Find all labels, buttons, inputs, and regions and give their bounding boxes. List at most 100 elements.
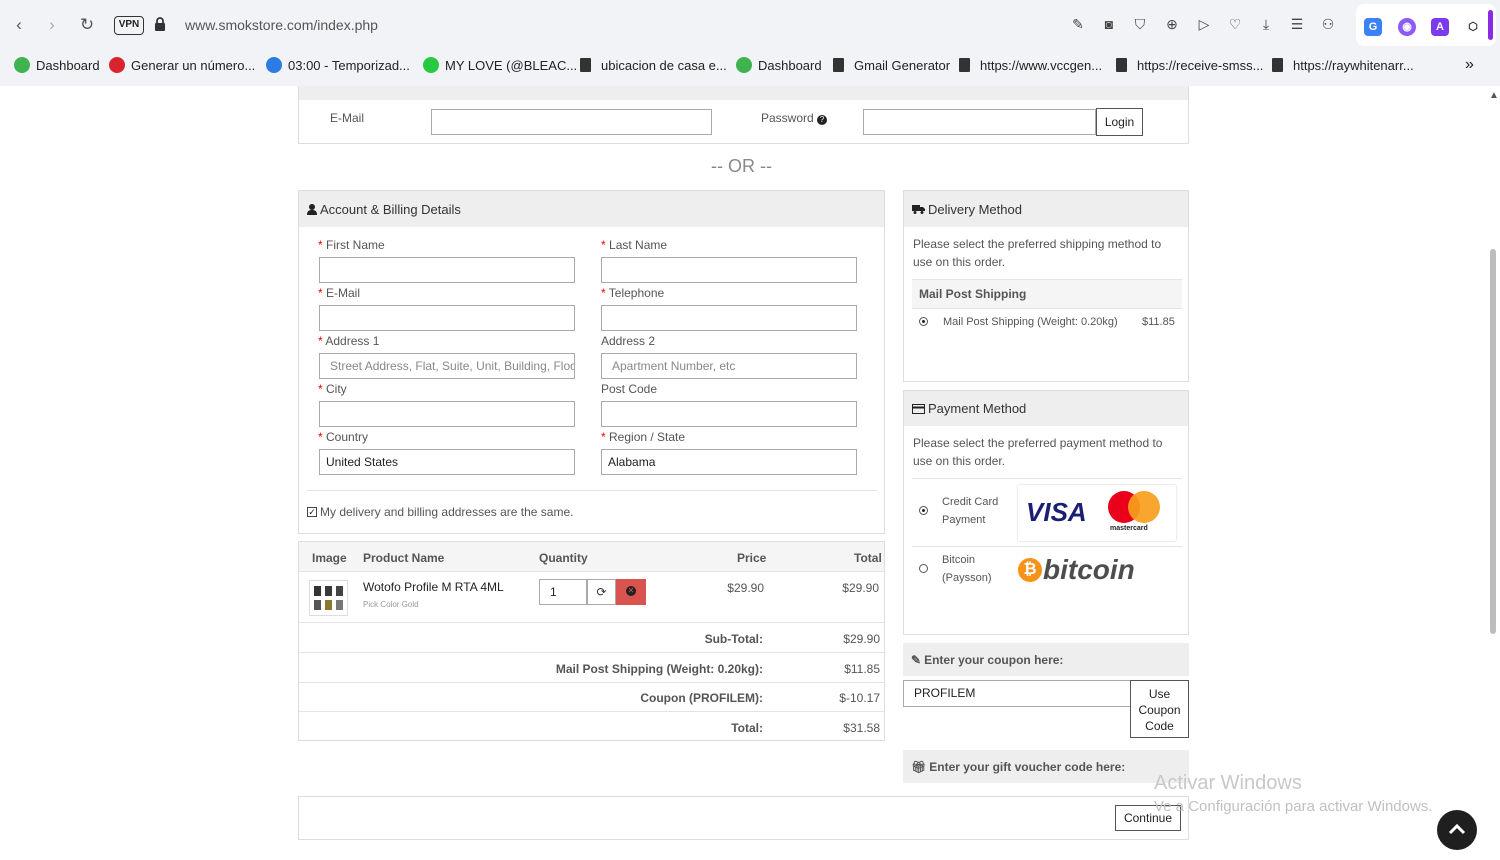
col-total: Total (854, 551, 882, 565)
menu-icon[interactable]: ☰ (1288, 15, 1306, 33)
camera-icon[interactable]: ◙ (1100, 15, 1118, 33)
item-total: $29.90 (842, 581, 879, 595)
billing-header: Account & Billing Details (299, 191, 884, 227)
bookmark-item[interactable]: Dashboard (14, 54, 100, 76)
city-input[interactable] (319, 401, 575, 427)
voucher-title: Enter your gift voucher code here: (929, 759, 1126, 774)
bookmark-favicon-icon (736, 57, 752, 73)
vpn-badge[interactable]: VPN (114, 16, 144, 35)
forward-icon[interactable]: › (41, 14, 63, 36)
a-extension-icon[interactable]: A (1431, 18, 1449, 36)
login-password-input[interactable] (863, 109, 1096, 135)
product-name-link[interactable]: Wotofo Profile M RTA 4ML (363, 580, 504, 594)
last-name-label: * Last Name (601, 238, 668, 252)
bookmark-item[interactable]: Dashboard (736, 54, 822, 76)
scrollbar-thumb[interactable] (1490, 249, 1496, 634)
region-select[interactable]: Alabama (601, 449, 857, 475)
first-name-label: * First Name (318, 238, 385, 252)
bitcoin-payment-label[interactable]: Bitcoin (Paysson) (942, 551, 1012, 587)
postcode-label: Post Code (601, 382, 658, 396)
bitcoin-radio[interactable] (919, 564, 928, 573)
translate-icon[interactable]: ⊕ (1163, 15, 1181, 33)
postcode-input[interactable] (601, 401, 857, 427)
billing-panel: Account & Billing Details * First Name *… (298, 190, 885, 534)
bookmark-item[interactable]: https://raywhitenarr... (1272, 54, 1414, 76)
delivery-header: Delivery Method (904, 191, 1188, 227)
same-address-checkbox[interactable]: ✓ My delivery and billing addresses are t… (307, 505, 573, 519)
bookmark-item[interactable]: 03:00 - Temporizad... (266, 54, 410, 76)
profile-icon[interactable]: ⚇ (1319, 15, 1337, 33)
shipping-option-label[interactable]: Mail Post Shipping (Weight: 0.20kg) (943, 313, 1118, 331)
edit-icon[interactable]: ✎ (1069, 15, 1087, 33)
bookmark-item[interactable]: Gmail Generator (833, 54, 950, 76)
email-input[interactable] (319, 305, 575, 331)
heart-icon[interactable]: ♡ (1226, 15, 1244, 33)
credit-card-icon (912, 403, 925, 414)
remove-item-button[interactable]: ✕ (616, 579, 646, 605)
address1-input[interactable]: Street Address, Flat, Suite, Unit, Build… (319, 353, 575, 379)
address1-label: * Address 1 (318, 334, 380, 348)
login-button[interactable]: Login (1096, 108, 1143, 136)
download-icon[interactable]: ⤓ (1257, 15, 1275, 33)
bitcoin-logo: ₿ bitcoin (1018, 553, 1135, 587)
country-label: * Country (318, 430, 369, 444)
last-name-input[interactable] (601, 257, 857, 283)
update-quantity-button[interactable]: ⟳ (587, 579, 616, 605)
card-payment-label[interactable]: Credit Card Payment (942, 493, 1014, 529)
purple-extension-icon[interactable]: ◉ (1398, 18, 1416, 36)
scroll-up-icon[interactable]: ▲ (1489, 90, 1499, 101)
more-bookmarks-icon[interactable]: » (1465, 54, 1474, 76)
bookmark-label: https://receive-smss... (1137, 57, 1264, 73)
totals-value: $11.85 (844, 661, 880, 676)
product-option: Pick Color Gold (363, 600, 419, 609)
page-icon (959, 58, 970, 72)
bookmark-item[interactable]: https://www.vccgen... (959, 54, 1102, 76)
product-thumbnail[interactable] (309, 580, 348, 616)
bookmark-label: ubicacion de casa e... (601, 57, 727, 73)
totals-value: $31.58 (843, 720, 880, 735)
address2-input[interactable]: Apartment Number, etc (601, 353, 857, 379)
city-label: * City (318, 382, 347, 396)
bookmark-label: Dashboard (36, 57, 100, 73)
reload-icon[interactable]: ↻ (76, 14, 98, 36)
box-extension-icon[interactable]: ⬡ (1464, 18, 1482, 36)
country-select[interactable]: United States (319, 449, 575, 475)
bookmark-label: Dashboard (758, 57, 822, 73)
back-icon[interactable]: ‹ (8, 14, 30, 36)
delivery-description: Please select the preferred shipping met… (913, 237, 1162, 269)
totals-label: Total: (731, 720, 763, 735)
mastercard-logo: mastercard (1108, 489, 1160, 532)
quantity-input[interactable]: 1 (539, 579, 587, 605)
bookmark-item[interactable]: Generar un número... (109, 54, 255, 76)
translator-extension-icon[interactable]: G (1364, 18, 1382, 36)
col-product-name: Product Name (363, 551, 445, 565)
bookmarks-bar: Dashboard Generar un número... 03:00 - Tem… (0, 54, 1500, 76)
bookmark-item[interactable]: ubicacion de casa e... (580, 54, 727, 76)
lock-icon[interactable] (154, 16, 166, 32)
page-icon (1272, 58, 1283, 72)
login-email-label: E-Mail (330, 111, 365, 125)
email-label: * E-Mail (318, 286, 361, 300)
card-radio[interactable] (919, 506, 928, 515)
checkbox-checked-icon[interactable]: ✓ (307, 507, 317, 517)
shipping-price: $11.85 (1142, 316, 1175, 328)
send-icon[interactable]: ▷ (1195, 15, 1213, 33)
bookmark-label: 03:00 - Temporizad... (288, 57, 410, 73)
first-name-input[interactable] (319, 257, 575, 283)
region-label: * Region / State (601, 430, 686, 444)
telephone-input[interactable] (601, 305, 857, 331)
use-coupon-button[interactable]: Use Coupon Code (1130, 680, 1189, 738)
bookmark-item[interactable]: MY LOVE (@BLEAC... (423, 54, 577, 76)
shipping-radio[interactable] (919, 317, 928, 326)
voucher-header[interactable]: 🎁︎ Enter your gift voucher code here: (903, 750, 1189, 783)
login-email-input[interactable] (431, 109, 712, 135)
totals-value: $29.90 (843, 632, 880, 646)
sidebar-handle[interactable] (1488, 10, 1493, 40)
bookmark-item[interactable]: https://receive-smss... (1116, 54, 1263, 76)
address-bar[interactable]: www.smokstore.com/index.php (185, 17, 378, 33)
coupon-input[interactable]: PROFILEM (903, 680, 1131, 707)
scroll-to-top-button[interactable] (1437, 810, 1477, 850)
shield-icon[interactable]: ⛉ (1131, 15, 1149, 33)
page-icon (1116, 58, 1127, 72)
col-price: Price (737, 551, 767, 565)
